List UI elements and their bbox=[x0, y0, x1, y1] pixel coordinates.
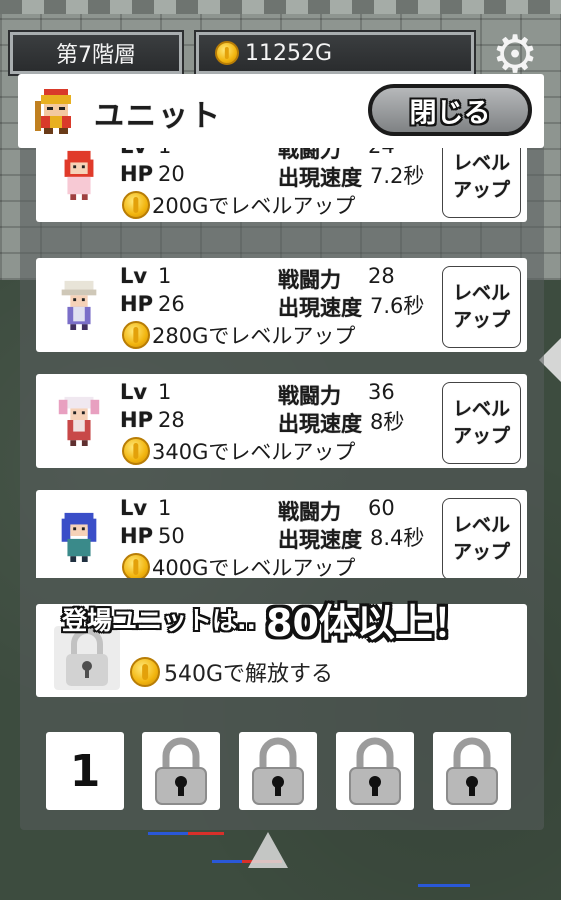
panel-header: ユニット 閉じる bbox=[18, 74, 544, 148]
levelup-button-line1: レベル bbox=[452, 282, 510, 305]
power-value: 28 bbox=[368, 264, 395, 288]
levelup-button-line1: レベル bbox=[452, 152, 510, 175]
slot-number: 1 bbox=[69, 745, 101, 797]
hp-label: HP bbox=[120, 524, 153, 548]
gold-coin-icon bbox=[215, 41, 239, 65]
gold-coin-icon bbox=[130, 657, 160, 687]
unit-card: Lv 1 HP 50 戦闘力 60 出現速度 8.4秒 400Gでレベルアップ … bbox=[36, 490, 527, 578]
unit-sprite-white-hair bbox=[58, 396, 100, 446]
levelup-cost: 280Gでレベルアップ bbox=[122, 320, 355, 350]
gold-coin-icon bbox=[122, 437, 150, 465]
promo-text-right: 80体以上！ bbox=[266, 600, 471, 645]
level-value: 1 bbox=[158, 148, 171, 158]
gold-coin-icon bbox=[122, 191, 150, 219]
levelup-cost-text: 340Gでレベルアップ bbox=[152, 440, 356, 464]
unit-page-slot-1[interactable]: 1 bbox=[46, 732, 124, 810]
levelup-button[interactable]: レベル アップ bbox=[442, 382, 521, 464]
power-label: 戦闘力 bbox=[278, 268, 341, 292]
locked-slot[interactable] bbox=[336, 732, 414, 810]
hp-label: HP bbox=[120, 162, 153, 186]
level-label: Lv bbox=[120, 264, 148, 288]
spawn-speed-value: 8.4秒 bbox=[370, 526, 425, 550]
floor-label: 第7階層 bbox=[56, 43, 136, 68]
unit-card: Lv 1 HP 20 戦闘力 24 出現速度 7.2秒 200Gでレベルアップ … bbox=[36, 148, 527, 222]
level-value: 1 bbox=[158, 380, 172, 404]
unlock-cost-text: 540Gで解放する bbox=[164, 662, 334, 687]
spawn-speed-label: 出現速度 bbox=[278, 296, 362, 320]
level-value: 1 bbox=[158, 496, 172, 520]
gold-coin-icon bbox=[122, 321, 150, 349]
levelup-button-line2: アップ bbox=[452, 309, 510, 331]
hp-value: 50 bbox=[158, 524, 185, 548]
power-value: 36 bbox=[368, 380, 395, 404]
spawn-speed-value: 8秒 bbox=[370, 410, 405, 434]
locked-slot[interactable] bbox=[142, 732, 220, 810]
padlock-icon bbox=[252, 737, 304, 805]
hp-value: 20 bbox=[158, 162, 185, 186]
hp-label: HP bbox=[120, 408, 153, 432]
level-label: Lv bbox=[120, 496, 148, 520]
locked-slot[interactable] bbox=[239, 732, 317, 810]
power-value: 24 bbox=[368, 148, 395, 158]
power-label: 戦闘力 bbox=[278, 500, 341, 524]
power-value: 60 bbox=[368, 496, 395, 520]
spawn-speed-label: 出現速度 bbox=[278, 166, 362, 190]
scroll-up-arrow-icon[interactable] bbox=[248, 832, 288, 868]
level-value: 1 bbox=[158, 264, 172, 288]
levelup-button-line2: アップ bbox=[452, 179, 510, 201]
unit-sprite-blue-hair bbox=[61, 512, 97, 562]
spawn-speed-value: 7.6秒 bbox=[370, 294, 425, 318]
hp-label: HP bbox=[120, 292, 153, 316]
unlock-cost: 540Gで解放する bbox=[130, 656, 333, 688]
levelup-button[interactable]: レベル アップ bbox=[442, 148, 521, 218]
level-label: Lv bbox=[120, 148, 147, 158]
hero-knight-icon bbox=[35, 89, 71, 134]
unit-card: Lv 1 HP 28 戦闘力 36 出現速度 8秒 340Gでレベルアップ レベ… bbox=[36, 374, 527, 468]
levelup-cost-text: 280Gでレベルアップ bbox=[152, 324, 356, 348]
hp-value: 26 bbox=[158, 292, 185, 316]
gold-coin-icon bbox=[122, 553, 150, 578]
promo-text-left: 登場ユニットは.. bbox=[62, 606, 256, 635]
levelup-button[interactable]: レベル アップ bbox=[442, 266, 521, 348]
unit-list[interactable]: Lv 1 HP 20 戦闘力 24 出現速度 7.2秒 200Gでレベルアップ … bbox=[36, 148, 528, 578]
gold-counter: 11252G bbox=[194, 30, 476, 76]
levelup-button-line1: レベル bbox=[452, 398, 510, 421]
spawn-speed-value: 7.2秒 bbox=[370, 164, 425, 188]
close-button[interactable]: 閉じる bbox=[368, 84, 532, 136]
levelup-cost-text: 200Gでレベルアップ bbox=[152, 194, 356, 218]
levelup-button-line1: レベル bbox=[452, 514, 510, 537]
padlock-icon bbox=[446, 737, 498, 805]
gear-icon[interactable]: ⚙ bbox=[486, 29, 544, 81]
spawn-speed-label: 出現速度 bbox=[278, 528, 362, 552]
padlock-icon bbox=[349, 737, 401, 805]
levelup-cost: 200Gでレベルアップ bbox=[122, 190, 355, 220]
unit-card: Lv 1 HP 26 戦闘力 28 出現速度 7.6秒 280Gでレベルアップ … bbox=[36, 258, 527, 352]
levelup-button-line2: アップ bbox=[452, 425, 510, 447]
levelup-cost: 340Gでレベルアップ bbox=[122, 436, 355, 466]
spawn-speed-label: 出現速度 bbox=[278, 412, 362, 436]
ally-hp-bar bbox=[188, 832, 224, 835]
hp-value: 28 bbox=[158, 408, 185, 432]
power-label: 戦闘力 bbox=[278, 384, 341, 408]
levelup-button[interactable]: レベル アップ bbox=[442, 498, 521, 578]
levelup-button-line2: アップ bbox=[452, 541, 510, 563]
enemy-hp-bar bbox=[212, 860, 242, 863]
unit-sprite-white-hat bbox=[61, 280, 97, 330]
promo-banner: 登場ユニットは.. 80体以上！ bbox=[36, 586, 527, 652]
enemy-hp-bar bbox=[418, 884, 470, 887]
castle-battlements bbox=[0, 0, 561, 14]
locked-slot[interactable] bbox=[433, 732, 511, 810]
levelup-cost-text: 400Gでレベルアップ bbox=[152, 556, 356, 578]
panel-title: ユニット bbox=[94, 99, 222, 134]
padlock-icon bbox=[155, 737, 207, 805]
unit-sprite-red-hair bbox=[64, 150, 94, 200]
enemy-hp-bar bbox=[148, 832, 188, 835]
gold-amount: 11252G bbox=[245, 40, 333, 66]
levelup-cost: 400Gでレベルアップ bbox=[122, 552, 355, 578]
floor-indicator: 第7階層 bbox=[8, 30, 184, 76]
level-label: Lv bbox=[120, 380, 148, 404]
